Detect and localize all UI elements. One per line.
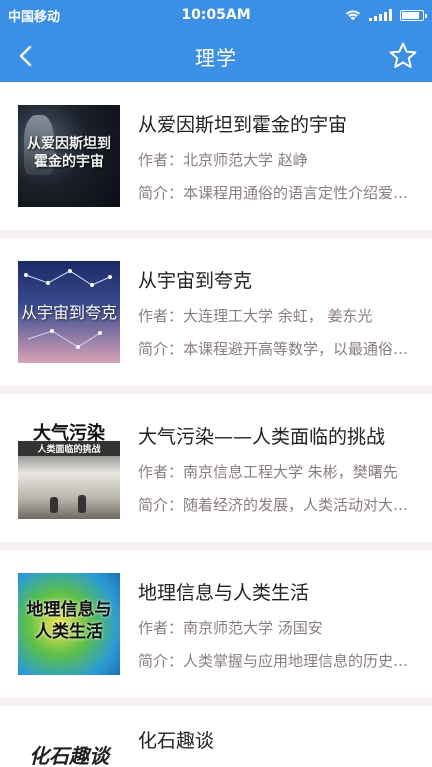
page-title: 理学 — [195, 45, 237, 70]
course-title: 从宇宙到夸克 — [138, 269, 253, 292]
course-info: 大气污染——人类面临的挑战 作者：南京信息工程大学 朱彬，樊曙先 简介：随着经济… — [138, 422, 414, 515]
status-icons — [345, 9, 427, 21]
course-item[interactable]: 从爱因斯坦到霍金的宇宙 从爱因斯坦到霍金的宇宙 作者：北京师范大学 赵峥 简介：… — [0, 82, 432, 238]
course-author: 作者：北京师范大学 赵峥 — [138, 150, 308, 169]
course-author: 作者：大连理工大学 余虹， 姜东光 — [138, 306, 373, 325]
course-thumbnail: 从爱因斯坦到霍金的宇宙 — [18, 105, 120, 207]
course-info: 从宇宙到夸克 作者：大连理工大学 余虹， 姜东光 简介：本课程避开高等数学，以最… — [138, 266, 414, 359]
course-intro: 简介：本课程用通俗的语言定性介绍爱因斯坦到霍金的宇宙 — [138, 183, 414, 202]
thumb-caption: 从宇宙到夸克 — [20, 303, 117, 322]
course-item[interactable]: 大气污染 人类面临的挑战 大气污染——人类面临的挑战 作者：南京信息工程大学 朱… — [0, 394, 432, 550]
status-time: 10:05AM — [181, 7, 251, 23]
nav-bar: 理学 — [0, 30, 432, 82]
thumb-caption: 地理信息与人类生活 — [26, 600, 112, 642]
course-intro: 简介：本课程避开高等数学，以最通俗的方式介绍 — [138, 339, 414, 358]
signal-icon — [369, 9, 392, 21]
battery-icon — [400, 9, 427, 21]
course-title: 化石趣谈 — [138, 730, 215, 752]
course-list: 从爱因斯坦到霍金的宇宙 从爱因斯坦到霍金的宇宙 作者：北京师范大学 赵峥 简介：… — [0, 82, 432, 767]
thumb-caption: 从爱因斯坦到霍金的宇宙 — [27, 136, 111, 170]
course-author: 作者：南京信息工程大学 朱彬，樊曙先 — [138, 462, 398, 481]
course-intro: 简介：人类掌握与应用地理信息的历史悠久 — [138, 651, 414, 670]
course-title: 地理信息与人类生活 — [138, 581, 310, 604]
thumb-subcaption: 人类面临的挑战 — [18, 441, 120, 456]
course-info: 从爱因斯坦到霍金的宇宙 作者：北京师范大学 赵峥 简介：本课程用通俗的语言定性介… — [138, 110, 414, 203]
course-thumbnail: 大气污染 人类面临的挑战 — [18, 417, 120, 519]
course-intro: 简介：随着经济的发展，人类活动对大气环境的影响 — [138, 495, 414, 514]
course-thumbnail: 化石趣谈 — [18, 726, 120, 767]
course-info: 地理信息与人类生活 作者：南京师范大学 汤国安 简介：人类掌握与应用地理信息的历… — [138, 578, 414, 671]
course-item[interactable]: 地理信息与人类生活 地理信息与人类生活 作者：南京师范大学 汤国安 简介：人类掌… — [0, 550, 432, 706]
wifi-icon — [346, 10, 360, 21]
back-button[interactable] — [14, 43, 40, 69]
course-title: 大气污染——人类面临的挑战 — [138, 425, 386, 448]
course-item[interactable]: 化石趣谈 化石趣谈 — [0, 706, 432, 767]
course-title: 从爱因斯坦到霍金的宇宙 — [138, 113, 348, 136]
course-author: 作者：南京师范大学 汤国安 — [138, 618, 323, 637]
course-item[interactable]: 从宇宙到夸克 从宇宙到夸克 作者：大连理工大学 余虹， 姜东光 简介：本课程避开… — [0, 238, 432, 394]
thumb-caption: 化石趣谈 — [29, 744, 109, 767]
carrier-label: 中国移动 — [8, 9, 61, 25]
course-thumbnail: 地理信息与人类生活 — [18, 573, 120, 675]
course-info: 化石趣谈 — [138, 726, 414, 765]
course-thumbnail: 从宇宙到夸克 — [18, 261, 120, 363]
favorite-star-button[interactable] — [388, 41, 418, 71]
status-bar: 中国移动 10:05AM — [0, 0, 432, 30]
